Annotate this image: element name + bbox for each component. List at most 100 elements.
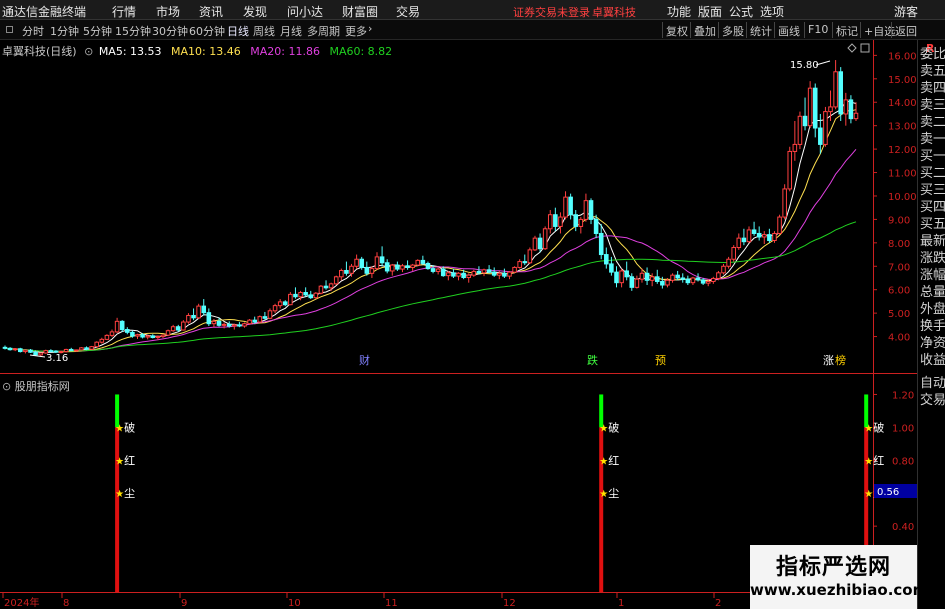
multi-stock-button[interactable]: 多股 [718, 22, 747, 38]
candle[interactable] [802, 97, 808, 131]
candle[interactable] [150, 334, 156, 339]
side-item[interactable]: 买五 [920, 216, 945, 233]
chart-settings[interactable] [847, 43, 870, 53]
menu-trade[interactable]: 交易 [396, 3, 420, 20]
menu-wealth[interactable]: 财富圈 [342, 3, 378, 20]
candle[interactable] [68, 347, 74, 352]
stock-title[interactable]: 卓翼科技(日线) [2, 45, 77, 58]
expand-icon[interactable]: ⊙ [84, 45, 93, 58]
back-button[interactable]: 返回 [891, 22, 920, 38]
candle[interactable] [553, 207, 558, 232]
candle[interactable] [772, 231, 777, 243]
event-marker[interactable]: 财 [359, 353, 370, 367]
candle[interactable] [797, 111, 803, 150]
candle[interactable] [476, 266, 482, 275]
candle[interactable] [247, 318, 252, 325]
candle[interactable] [547, 210, 553, 234]
candle[interactable] [578, 217, 584, 234]
candle[interactable] [389, 263, 395, 276]
menu-ask[interactable]: 问小达 [287, 3, 323, 20]
candle[interactable] [761, 231, 767, 245]
candle[interactable] [756, 226, 762, 241]
candle[interactable] [323, 280, 329, 290]
candle[interactable] [18, 347, 23, 353]
menu-layout[interactable]: 版面 [698, 3, 722, 20]
candle[interactable] [853, 102, 859, 121]
candle[interactable] [303, 287, 308, 297]
candle[interactable] [262, 311, 268, 320]
candle[interactable] [833, 60, 838, 110]
candle[interactable] [119, 320, 125, 332]
candle[interactable] [675, 270, 680, 281]
kline-chart[interactable]: 16.0015.0014.0013.0012.0011.0010.009.008… [0, 40, 917, 609]
candle[interactable] [782, 184, 787, 220]
candle[interactable] [277, 299, 283, 309]
indicator-settings-icon[interactable]: ⊙ [2, 380, 11, 393]
side-item[interactable]: 自动 [920, 375, 945, 392]
candle[interactable] [527, 247, 533, 264]
candle[interactable] [746, 226, 752, 243]
candle[interactable] [456, 272, 461, 281]
candle[interactable] [160, 334, 166, 338]
candle[interactable] [395, 261, 400, 271]
candle[interactable] [94, 341, 100, 348]
period-15min[interactable]: 15分钟 [115, 23, 151, 39]
side-item[interactable]: 涨跌 [920, 250, 945, 267]
candle[interactable] [736, 233, 742, 250]
candle[interactable] [848, 95, 854, 124]
candle[interactable] [257, 315, 263, 323]
candle[interactable] [23, 349, 28, 354]
candle[interactable] [333, 275, 339, 286]
period-more[interactable]: 更多 [345, 23, 367, 39]
candle[interactable] [542, 226, 548, 250]
candle[interactable] [721, 263, 726, 275]
event-marker[interactable]: 跌 [587, 353, 598, 367]
period-daily[interactable]: 日线 [227, 23, 249, 39]
window-icon[interactable] [6, 26, 13, 33]
candle[interactable] [446, 270, 451, 281]
candle[interactable] [792, 120, 798, 161]
candle[interactable] [838, 67, 843, 121]
indicator-title[interactable]: 股朋指标网 [15, 380, 70, 393]
candle[interactable] [364, 261, 370, 276]
candle[interactable] [573, 210, 579, 232]
candle[interactable] [767, 228, 772, 243]
candle[interactable] [400, 263, 405, 273]
period-multi[interactable]: 多周期 [307, 23, 340, 39]
side-item[interactable]: 卖一 [920, 131, 945, 148]
candle[interactable] [604, 247, 609, 269]
side-item[interactable]: 买三 [920, 182, 945, 199]
candle[interactable] [267, 308, 273, 320]
side-item[interactable]: 最新 [920, 233, 945, 250]
event-marker[interactable]: 预 [655, 354, 666, 367]
candle[interactable] [711, 276, 716, 284]
f10-button[interactable]: F10 [804, 22, 831, 38]
candle[interactable] [537, 233, 543, 253]
candle[interactable] [471, 269, 477, 277]
candle[interactable] [568, 193, 573, 220]
side-item[interactable]: 买二 [920, 165, 945, 182]
period-30min[interactable]: 30分钟 [152, 23, 188, 39]
side-item[interactable]: 卖三 [920, 97, 945, 114]
event-marker[interactable]: 榜 [835, 353, 846, 367]
candle[interactable] [339, 268, 344, 281]
side-item[interactable]: 净资 [920, 335, 945, 352]
candle[interactable] [425, 261, 431, 270]
chevron-right-icon[interactable]: › [368, 22, 372, 35]
menu-discover[interactable]: 发现 [243, 3, 267, 20]
login-notice[interactable]: 证券交易未登录 [513, 4, 590, 20]
candle[interactable] [807, 81, 813, 129]
menu-function[interactable]: 功能 [667, 3, 691, 20]
period-weekly[interactable]: 周线 [253, 23, 275, 39]
candle[interactable] [114, 317, 120, 334]
candle[interactable] [196, 303, 201, 319]
menu-options[interactable]: 选项 [760, 3, 784, 20]
period-5min[interactable]: 5分钟 [83, 23, 112, 39]
side-item[interactable]: 委比 [920, 46, 945, 63]
candle[interactable] [308, 290, 314, 300]
side-item[interactable]: 交易 [920, 392, 945, 409]
restore-rights-button[interactable]: 复权 [662, 22, 691, 38]
candle[interactable] [588, 198, 594, 225]
candle[interactable] [191, 308, 196, 321]
candle[interactable] [181, 320, 186, 331]
